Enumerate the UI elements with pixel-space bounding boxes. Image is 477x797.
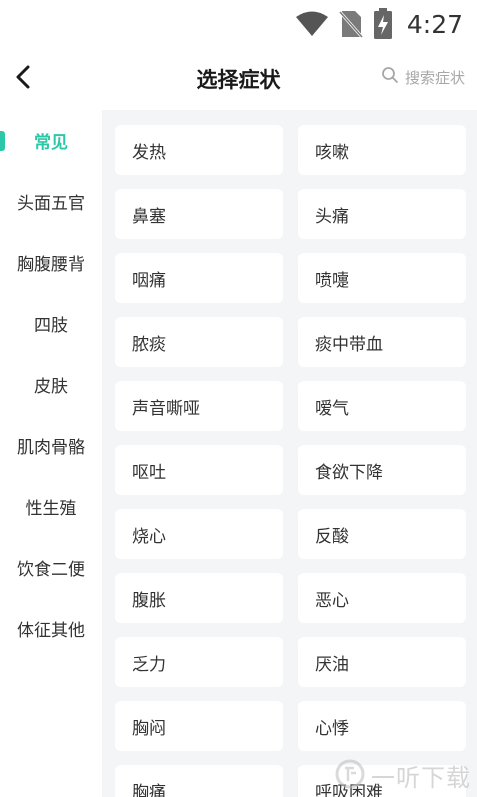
sidebar-item-label: 饮食二便 bbox=[17, 560, 85, 580]
symptom-card[interactable]: 咽痛 bbox=[115, 253, 283, 303]
sidebar-item-label: 头面五官 bbox=[17, 194, 85, 214]
category-sidebar: 常见 头面五官 胸腹腰背 四肢 皮肤 肌肉骨骼 性生殖 饮食二便 体征其他 bbox=[0, 110, 102, 797]
status-icons: 4:27 bbox=[295, 6, 463, 42]
symptom-card[interactable]: 头痛 bbox=[298, 189, 466, 239]
no-sim-icon bbox=[338, 9, 363, 39]
symptom-card[interactable]: 胸痛 bbox=[115, 765, 283, 797]
sidebar-item-label: 肌肉骨骼 bbox=[17, 438, 85, 458]
search-icon bbox=[381, 66, 399, 88]
sidebar-item-musculoskeletal[interactable]: 肌肉骨骼 bbox=[0, 415, 102, 476]
sidebar-item-chest-abdomen[interactable]: 胸腹腰背 bbox=[0, 232, 102, 293]
header: 选择症状 搜索症状 bbox=[0, 50, 477, 110]
sidebar-item-head-face[interactable]: 头面五官 bbox=[0, 171, 102, 232]
symptom-card[interactable]: 鼻塞 bbox=[115, 189, 283, 239]
chevron-left-icon bbox=[12, 64, 34, 94]
search-label: 搜索症状 bbox=[404, 68, 465, 87]
sidebar-item-label: 胸腹腰背 bbox=[17, 255, 85, 275]
sidebar-item-signs-other[interactable]: 体征其他 bbox=[0, 598, 102, 659]
symptom-card[interactable]: 恶心 bbox=[298, 573, 466, 623]
sidebar-item-label: 常见 bbox=[34, 133, 68, 153]
symptom-card[interactable]: 发热 bbox=[115, 125, 283, 175]
symptom-card[interactable]: 食欲下降 bbox=[298, 445, 466, 495]
symptom-card[interactable]: 腹胀 bbox=[115, 573, 283, 623]
sidebar-item-diet-excretion[interactable]: 饮食二便 bbox=[0, 537, 102, 598]
sidebar-item-limbs[interactable]: 四肢 bbox=[0, 293, 102, 354]
symptom-card[interactable]: 厌油 bbox=[298, 637, 466, 687]
active-indicator bbox=[0, 131, 5, 151]
symptom-card[interactable]: 脓痰 bbox=[115, 317, 283, 367]
symptom-card[interactable]: 喷嚏 bbox=[298, 253, 466, 303]
symptom-card[interactable]: 嗳气 bbox=[298, 381, 466, 431]
battery-charging-icon bbox=[373, 8, 393, 40]
sidebar-item-common[interactable]: 常见 bbox=[0, 110, 102, 171]
status-time: 4:27 bbox=[406, 9, 463, 39]
sidebar-item-label: 体征其他 bbox=[17, 621, 85, 641]
symptom-card[interactable]: 咳嗽 bbox=[298, 125, 466, 175]
wifi-icon bbox=[295, 11, 329, 37]
symptom-card[interactable]: 胸闷 bbox=[115, 701, 283, 751]
symptom-card[interactable]: 心悸 bbox=[298, 701, 466, 751]
sidebar-item-reproductive[interactable]: 性生殖 bbox=[0, 476, 102, 537]
sidebar-item-skin[interactable]: 皮肤 bbox=[0, 354, 102, 415]
back-button[interactable] bbox=[6, 62, 40, 96]
symptom-card[interactable]: 反酸 bbox=[298, 509, 466, 559]
sidebar-item-label: 四肢 bbox=[34, 316, 68, 336]
sidebar-item-label: 性生殖 bbox=[25, 499, 77, 519]
symptom-grid: 发热 咳嗽 鼻塞 头痛 咽痛 喷嚏 脓痰 痰中带血 声音嘶哑 嗳气 呕吐 食欲下… bbox=[115, 125, 466, 797]
symptom-card[interactable]: 烧心 bbox=[115, 509, 283, 559]
symptom-card[interactable]: 声音嘶哑 bbox=[115, 381, 283, 431]
status-bar: 4:27 bbox=[0, 0, 477, 50]
symptom-card[interactable]: 乏力 bbox=[115, 637, 283, 687]
symptom-card[interactable]: 呕吐 bbox=[115, 445, 283, 495]
symptom-list-panel: 发热 咳嗽 鼻塞 头痛 咽痛 喷嚏 脓痰 痰中带血 声音嘶哑 嗳气 呕吐 食欲下… bbox=[102, 110, 477, 797]
search-button[interactable]: 搜索症状 bbox=[381, 66, 465, 88]
sidebar-item-label: 皮肤 bbox=[34, 377, 68, 397]
symptom-card[interactable]: 呼吸困难 bbox=[298, 765, 466, 797]
symptom-card[interactable]: 痰中带血 bbox=[298, 317, 466, 367]
